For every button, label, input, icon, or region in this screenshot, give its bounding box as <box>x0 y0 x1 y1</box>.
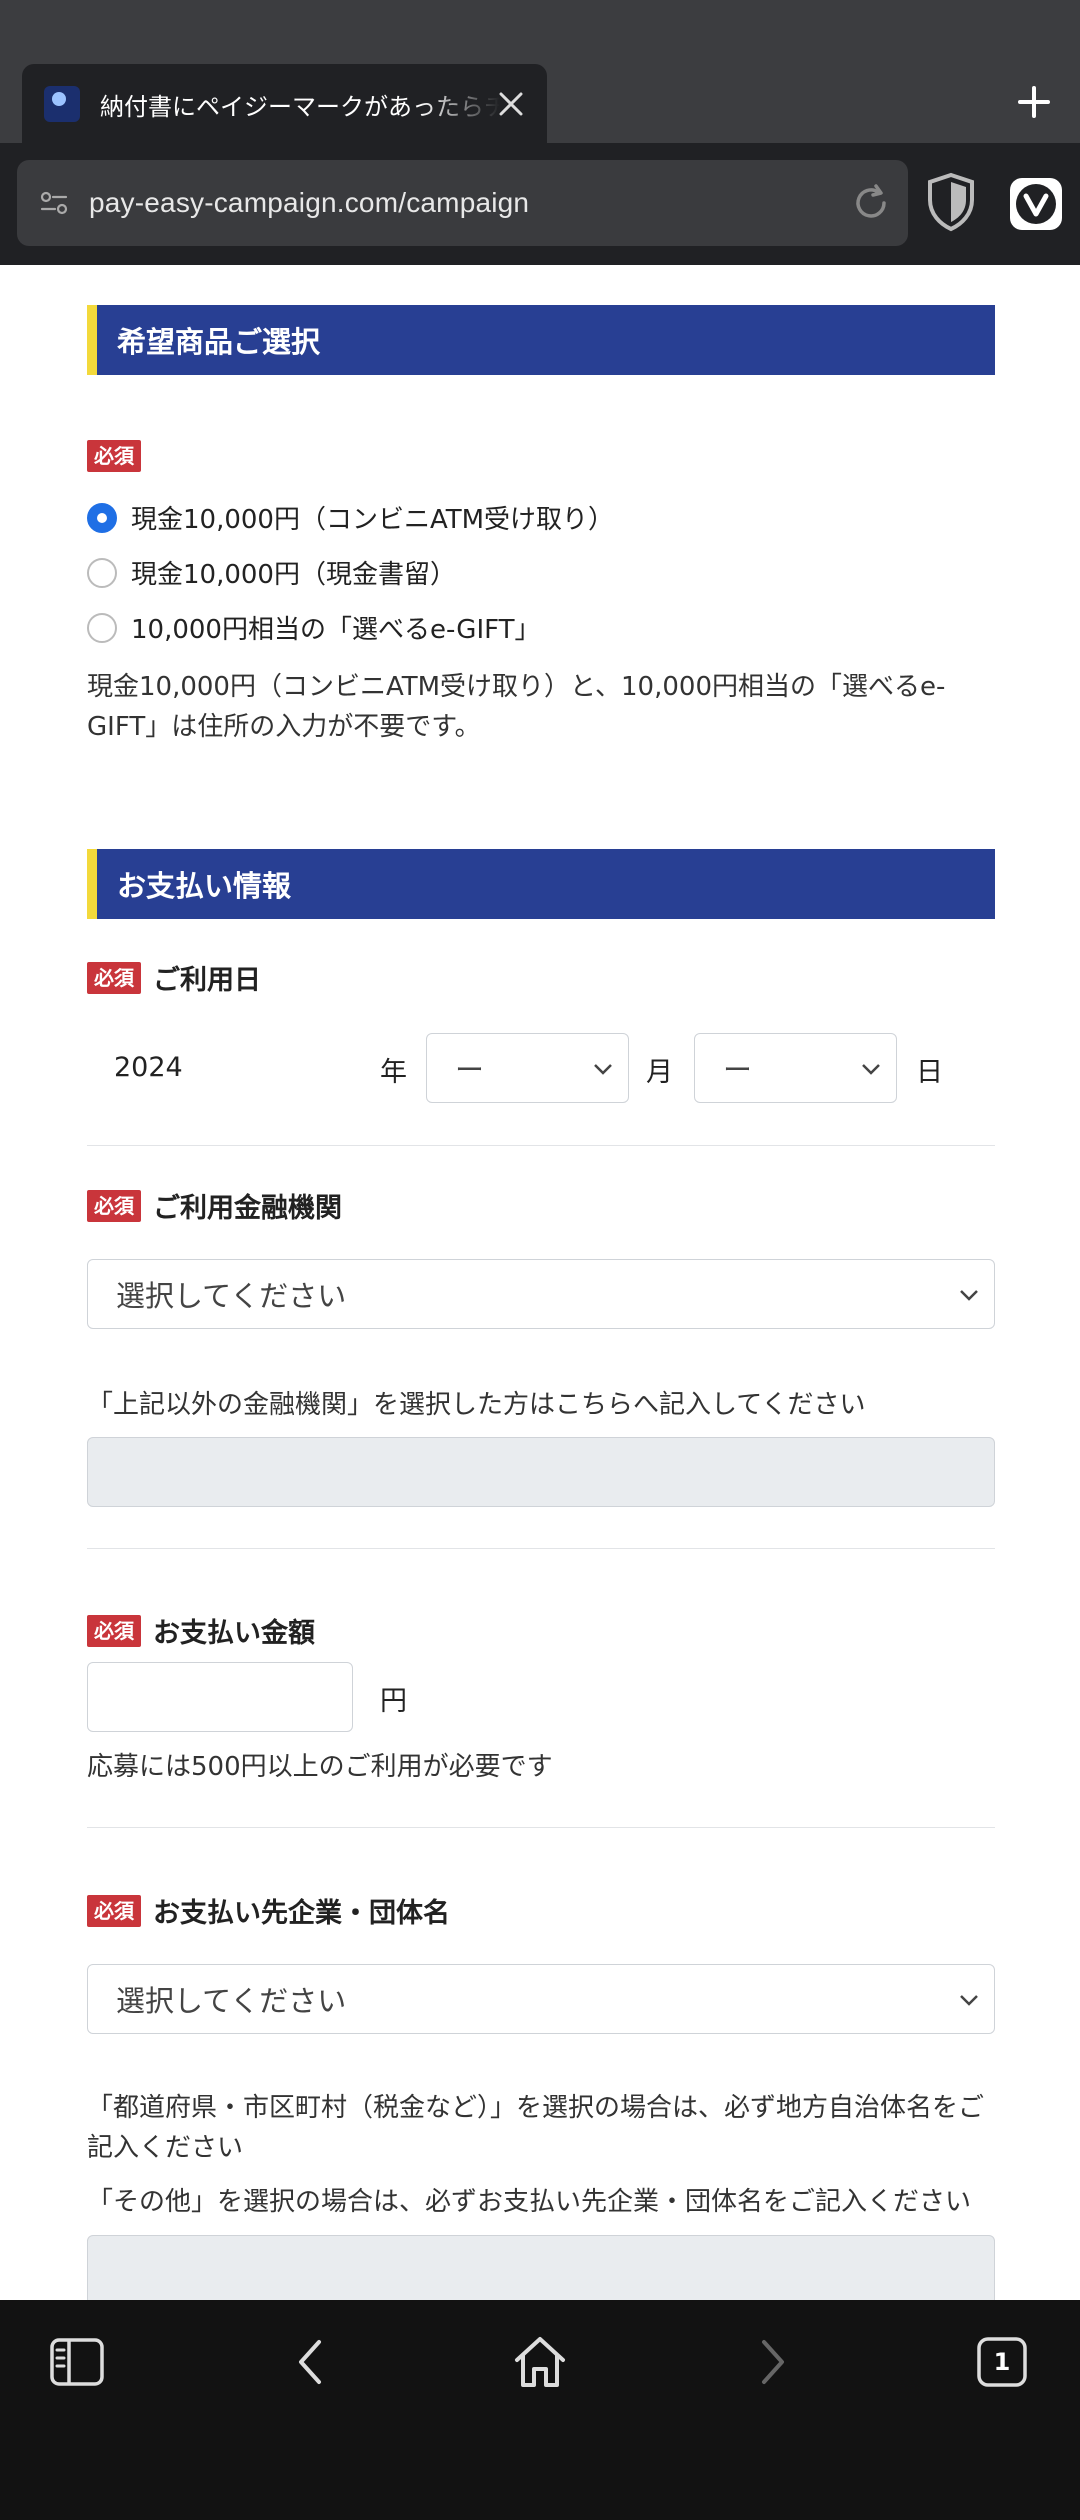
usage-date-label-text: ご利用日 <box>153 965 261 996</box>
divider <box>87 1827 995 1828</box>
chevron-down-icon <box>862 1064 880 1075</box>
required-badge: 必須 <box>87 1614 141 1647</box>
month-unit: 月 <box>646 1057 673 1088</box>
payee-note-other: 「その他」を選択の場合は、必ずお支払い先企業・団体名をご記入ください <box>87 2187 972 2217</box>
payee-select[interactable]: 選択してください <box>87 1964 995 2034</box>
radio-option-atm[interactable]: 現金10,000円（コンビニATM受け取り） <box>87 499 614 536</box>
divider <box>87 1145 995 1146</box>
tabs-counter-icon[interactable]: 1 <box>970 2330 1034 2394</box>
bank-other-input[interactable] <box>87 1437 995 1507</box>
amount-input[interactable] <box>87 1662 353 1732</box>
close-icon[interactable] <box>493 86 529 122</box>
amount-label-text: お支払い金額 <box>153 1618 315 1649</box>
payee-other-input[interactable] <box>87 2235 995 2300</box>
required-badge: 必須 <box>87 961 141 994</box>
shield-icon[interactable] <box>925 172 977 232</box>
radio-label: 現金10,000円（コンビニATM受け取り） <box>131 505 615 535</box>
day-select[interactable]: ー <box>694 1033 897 1103</box>
tab-count: 1 <box>993 2348 1011 2376</box>
panel-icon[interactable] <box>45 2330 109 2394</box>
reload-icon[interactable] <box>850 182 892 224</box>
back-icon[interactable] <box>279 2330 343 2394</box>
section-header-product: 希望商品ご選択 <box>87 305 995 375</box>
bottom-toolbar: 1 <box>0 2300 1080 2520</box>
tab-strip: 納付書にペイジーマークがあったらチャンス <box>0 0 1080 144</box>
page-content: 希望商品ご選択 必須 現金10,000円（コンビニATM受け取り） 現金10,0… <box>0 265 1080 2300</box>
home-icon[interactable] <box>508 2330 572 2394</box>
day-select-value: ー <box>723 1053 753 1087</box>
required-badge: 必須 <box>87 1894 141 1927</box>
bank-select[interactable]: 選択してください <box>87 1259 995 1329</box>
payee-label: 必須 お支払い先企業・団体名 <box>87 1891 450 1930</box>
radio-label: 10,000円相当の「選べるe-GIFT」 <box>131 615 541 645</box>
browser-toolbar: pay-easy-campaign.com/campaign <box>0 143 1080 265</box>
site-settings-icon[interactable] <box>39 188 69 218</box>
year-unit: 年 <box>380 1057 407 1088</box>
radio-option-registered-mail[interactable]: 現金10,000円（現金書留） <box>87 554 456 591</box>
amount-unit: 円 <box>380 1686 407 1717</box>
bank-label: 必須 ご利用金融機関 <box>87 1186 342 1225</box>
bank-select-value: 選択してください <box>116 1279 347 1313</box>
tab-title: 納付書にペイジーマークがあったらチャンス <box>100 92 500 121</box>
pay-easy-favicon-icon <box>44 86 80 122</box>
chevron-down-icon <box>960 1290 978 1301</box>
year-value: 2024 <box>114 1052 183 1083</box>
product-note: 現金10,000円（コンビニATM受け取り）と、10,000円相当の「選べるe-… <box>87 672 946 742</box>
radio-button-selected[interactable] <box>87 502 117 533</box>
active-tab[interactable]: 納付書にペイジーマークがあったらチャンス <box>22 64 547 144</box>
url-text: pay-easy-campaign.com/campaign <box>89 187 530 218</box>
forward-icon[interactable] <box>740 2330 804 2394</box>
radio-label: 現金10,000円（現金書留） <box>131 560 456 590</box>
address-bar[interactable]: pay-easy-campaign.com/campaign <box>17 160 908 246</box>
new-tab-plus-icon[interactable] <box>1010 78 1058 126</box>
payee-select-value: 選択してください <box>116 1984 347 2018</box>
chevron-down-icon <box>960 1995 978 2006</box>
day-unit: 日 <box>916 1057 943 1088</box>
bank-other-note: 「上記以外の金融機関」を選択した方はこちらへ記入してください <box>87 1390 866 1420</box>
radio-button[interactable] <box>87 612 117 643</box>
vivaldi-icon[interactable] <box>1010 178 1062 230</box>
month-select[interactable]: ー <box>426 1033 629 1103</box>
bank-label-text: ご利用金融機関 <box>153 1193 342 1224</box>
divider <box>87 1548 995 1549</box>
chevron-down-icon <box>594 1064 612 1075</box>
radio-option-e-gift[interactable]: 10,000円相当の「選べるe-GIFT」 <box>87 609 541 646</box>
amount-label: 必須 お支払い金額 <box>87 1611 315 1650</box>
payee-note-municipality: 「都道府県・市区町村（税金など）」を選択の場合は、必ず地方自治体名をご記入くださ… <box>87 2093 985 2163</box>
usage-date-label: 必須 ご利用日 <box>87 958 261 997</box>
month-select-value: ー <box>455 1053 485 1087</box>
radio-button[interactable] <box>87 557 117 588</box>
section-header-payment: お支払い情報 <box>87 849 995 919</box>
required-badge: 必須 <box>87 1189 141 1222</box>
required-badge: 必須 <box>87 440 141 472</box>
amount-note: 応募には500円以上のご利用が必要です <box>87 1752 553 1782</box>
payee-label-text: お支払い先企業・団体名 <box>153 1898 450 1929</box>
